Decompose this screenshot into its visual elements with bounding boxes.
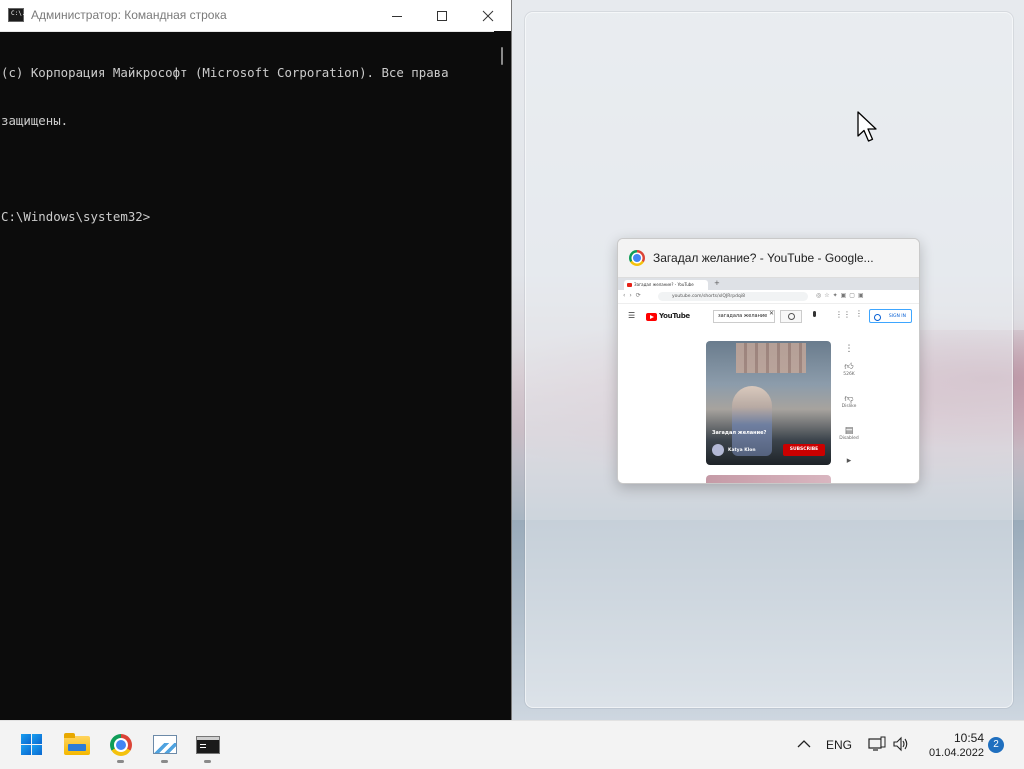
channel-name: Katya Klon (728, 448, 756, 453)
minimize-icon (392, 15, 402, 17)
comment-icon: ▤ (844, 426, 854, 436)
chrome-icon (629, 250, 645, 266)
comments-action: ▤ Disabled (834, 426, 864, 441)
sign-in-button: SIGN IN (869, 309, 912, 323)
youtube-logo-icon (646, 313, 657, 321)
close-icon (482, 10, 494, 21)
short-caption: Загадал желание? (712, 430, 767, 436)
taskbar-command-prompt[interactable] (188, 729, 228, 769)
video-buildings (736, 343, 806, 373)
short-video-frame: Загадал желание? Katya Klon SUBSCRIBE (706, 341, 831, 465)
youtube-logo-text: YouTube (659, 312, 690, 320)
cmd-icon (196, 736, 220, 754)
preview-tabbar: Загадал желание? - YouTube + (618, 278, 919, 290)
youtube-header: ☰ YouTube загадала желание ✕ ⋮⋮ ⋮ SIGN I… (618, 304, 919, 328)
more-icon: ⋮ (855, 309, 863, 318)
preview-tab: Загадал желание? - YouTube (624, 280, 708, 290)
clear-search-icon: ✕ (769, 310, 775, 317)
maximize-button[interactable] (419, 0, 465, 31)
share-icon: ▸ (846, 456, 852, 466)
browser-preview: Загадал желание? - YouTube + ‹›⟳ youtube… (618, 277, 919, 483)
taskbar-file-explorer[interactable] (57, 729, 97, 769)
notification-badge[interactable]: 2 (988, 737, 1004, 753)
preview-url: youtube.com/shorts/xlQJRrpdqi8 (658, 292, 808, 301)
volume-icon[interactable] (892, 736, 910, 756)
console-line: (c) Корпорация Майкрософт (Microsoft Cor… (1, 65, 449, 80)
thumbnail-header: Загадал желание? - YouTube - Google... (618, 239, 919, 277)
running-indicator (204, 760, 211, 763)
network-icon[interactable] (868, 736, 886, 756)
channel-avatar (712, 444, 724, 456)
running-indicator (117, 760, 124, 763)
scrollbar-thumb[interactable] (501, 47, 503, 65)
video-person (732, 386, 772, 456)
cmd-titlebar[interactable]: C:\. Администратор: Командная строка (0, 0, 511, 32)
more-actions-icon: ⋮ (844, 344, 854, 354)
folder-icon (64, 733, 90, 755)
clock-date[interactable]: 01.04.2022 (918, 747, 984, 759)
search-icon (780, 310, 802, 323)
snap-assist-chrome-thumbnail[interactable]: Загадал желание? - YouTube - Google... З… (617, 238, 920, 484)
like-count: 526K (843, 372, 855, 377)
windows-logo-icon (21, 734, 43, 756)
next-short-preview (706, 475, 831, 483)
minimize-button[interactable] (374, 0, 420, 31)
taskbar: ENG 10:54 01.04.2022 2 (0, 720, 1024, 769)
close-button[interactable] (465, 0, 511, 31)
maximize-icon (437, 10, 447, 21)
console-line: защищены. (1, 113, 69, 128)
thumbnail-title: Загадал желание? - YouTube - Google... (653, 251, 874, 265)
nav-icons: ‹›⟳ (623, 292, 645, 299)
extension-icons: ◎☆✦▣▢▣ (816, 292, 867, 299)
cmd-scrollbar[interactable] (494, 31, 511, 720)
preview-address-bar: ‹›⟳ youtube.com/shorts/xlQJRrpdqi8 ◎☆✦▣▢… (618, 290, 919, 304)
apps-grid-icon: ⋮⋮ (835, 310, 851, 319)
subscribe-button: SUBSCRIBE (783, 444, 825, 456)
cmd-window[interactable]: C:\. Администратор: Командная строка (c)… (0, 0, 512, 720)
show-hidden-icons-button[interactable] (795, 735, 813, 753)
chrome-icon (110, 734, 132, 756)
dislike-action: 👎︎ Dislike (834, 394, 864, 409)
taskbar-performance-monitor[interactable] (145, 729, 185, 769)
menu-icon: ☰ (628, 311, 636, 320)
input-language-indicator[interactable]: ENG (826, 738, 852, 752)
thumbs-down-icon: 👎︎ (844, 394, 854, 404)
clock-time[interactable]: 10:54 (940, 731, 984, 745)
youtube-search-input: загадала желание (713, 310, 775, 323)
perfmon-icon (153, 735, 177, 754)
console-prompt[interactable]: C:\Windows\system32> (1, 209, 494, 225)
like-action: 👍︎ 526K (834, 362, 864, 377)
running-indicator (161, 760, 168, 763)
comments-label: Disabled (839, 436, 859, 441)
start-button[interactable] (12, 729, 52, 769)
chevron-up-icon (797, 740, 811, 748)
microphone-icon (813, 311, 816, 317)
taskbar-chrome[interactable] (101, 729, 141, 769)
thumbs-up-icon: 👍︎ (844, 362, 854, 372)
dislike-label: Dislike (841, 404, 857, 409)
cmd-window-title: Администратор: Командная строка (31, 8, 227, 22)
cmd-app-icon[interactable]: C:\. (8, 8, 25, 22)
cmd-console-output[interactable]: (c) Корпорация Майкрософт (Microsoft Cor… (0, 31, 494, 720)
new-tab-icon: + (714, 279, 720, 287)
mouse-cursor-icon (857, 111, 879, 147)
